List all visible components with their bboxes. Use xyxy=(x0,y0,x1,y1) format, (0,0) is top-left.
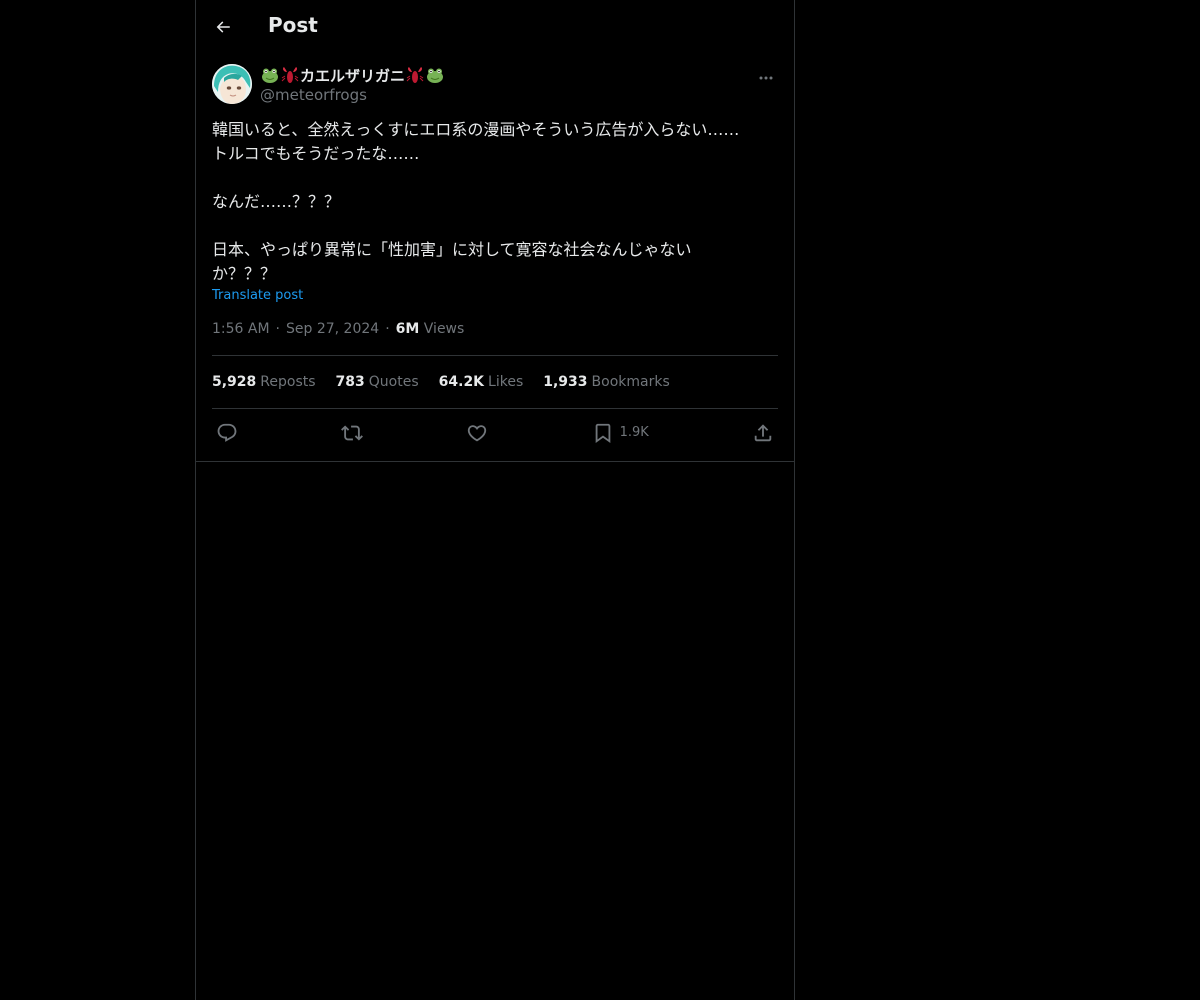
likes-stat[interactable]: 64.2K Likes xyxy=(439,374,524,390)
repost-button[interactable] xyxy=(341,422,364,444)
frog-emoji-icon xyxy=(262,68,278,83)
views-label: Views xyxy=(423,321,465,337)
post-bottom-divider xyxy=(196,461,794,462)
author-row: カエルザリガニ @meteorfrogs xyxy=(212,64,778,116)
post-line: なんだ……？？？ xyxy=(212,192,341,211)
quotes-label: Quotes xyxy=(368,374,419,390)
reposts-label: Reposts xyxy=(260,374,316,390)
post-text: 韓国いると、全然えっくすにエロ系の漫画やそういう広告が入らない…… トルコでもそ… xyxy=(212,118,778,286)
post-line-break xyxy=(212,214,778,238)
likes-count: 64.2K xyxy=(438,374,485,390)
post-time[interactable]: 1:56 AM xyxy=(212,321,270,337)
bookmark-icon xyxy=(595,423,610,443)
bookmarks-label: Bookmarks xyxy=(591,374,670,390)
heart-icon xyxy=(468,424,487,441)
reposts-stat[interactable]: 5,928 Reposts xyxy=(212,374,316,390)
arrow-left-icon xyxy=(216,21,230,33)
post-line: 韓国いると、全然えっくすにエロ系の漫画やそういう広告が入らない…… xyxy=(212,120,740,139)
separator-dot: · xyxy=(385,321,390,337)
display-name-text: カエルザリガニ xyxy=(300,66,406,85)
share-icon xyxy=(754,423,772,441)
display-name[interactable]: カエルザリガニ xyxy=(260,64,445,86)
lobster-emoji-icon xyxy=(281,67,299,83)
post-line: か？？？ xyxy=(212,264,277,283)
page-title: Post xyxy=(268,13,318,37)
handle[interactable]: @meteorfrogs xyxy=(260,86,445,104)
quotes-count: 783 xyxy=(335,374,365,390)
bookmarks-count: 1,933 xyxy=(543,374,588,390)
reposts-count: 5,928 xyxy=(212,374,257,390)
separator-dot: · xyxy=(275,321,280,337)
post: カエルザリガニ @meteorfrogs 韓国いると、全然えっくすにエロ系の漫画… xyxy=(196,64,794,456)
avatar-image xyxy=(212,64,252,104)
like-button[interactable] xyxy=(466,422,488,444)
reply-button[interactable] xyxy=(216,422,238,444)
reply-icon xyxy=(217,423,237,442)
back-button[interactable] xyxy=(210,12,236,42)
views-count: 6M xyxy=(395,321,420,337)
post-date[interactable]: Sep 27, 2024 xyxy=(286,321,379,337)
post-meta: 1:56 AM · Sep 27, 2024 · 6M Views xyxy=(212,319,778,339)
share-button[interactable] xyxy=(752,422,774,444)
quotes-stat[interactable]: 783 Quotes xyxy=(336,374,419,390)
lobster-emoji-icon xyxy=(406,67,424,83)
likes-label: Likes xyxy=(488,374,524,390)
more-icon xyxy=(759,76,773,80)
frog-emoji-icon xyxy=(427,68,444,83)
header: Post xyxy=(196,0,794,54)
avatar[interactable] xyxy=(212,64,252,104)
author-names: カエルザリガニ @meteorfrogs xyxy=(260,64,445,104)
more-options-button[interactable] xyxy=(756,68,776,88)
action-bar: 1.9K xyxy=(212,409,778,456)
translate-post-link[interactable]: Translate post xyxy=(212,288,778,303)
post-line: 日本、やっぱり異常に「性加害」に対して寛容な社会なんじゃない xyxy=(212,240,692,259)
post-line: トルコでもそうだったな…… xyxy=(212,144,420,163)
engagement-stats: 5,928 Reposts 783 Quotes 64.2K Likes 1,933 B… xyxy=(212,356,778,408)
post-line-break xyxy=(212,166,778,190)
bookmarks-stat[interactable]: 1,933 Bookmarks xyxy=(543,374,670,390)
repost-icon xyxy=(341,425,364,440)
post-column: Post カエルザリガニ @meteorfrogs 韓国いると、全然えっくすにエ… xyxy=(195,0,795,1000)
bookmark-button[interactable]: 1.9K xyxy=(592,422,649,444)
bookmark-count: 1.9K xyxy=(619,425,649,440)
